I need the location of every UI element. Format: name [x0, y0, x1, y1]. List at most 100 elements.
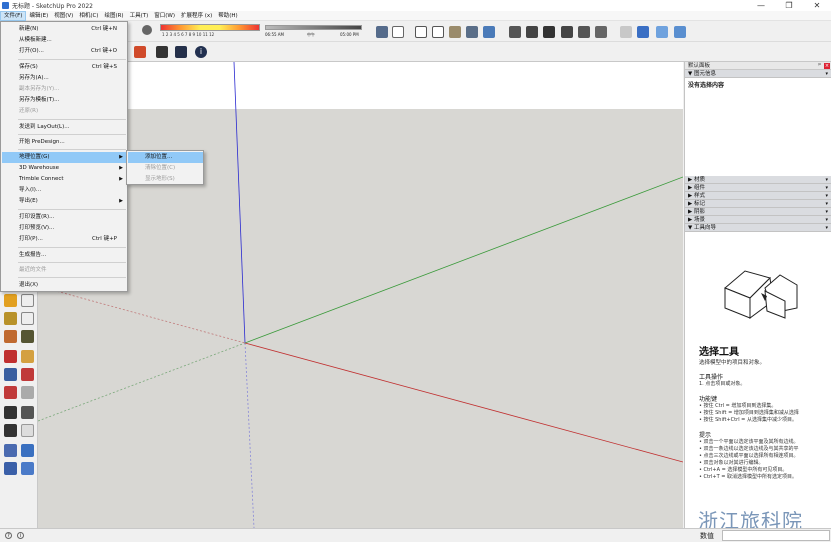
menu-item-export[interactable]: 导出(E) ▶: [2, 196, 127, 207]
pencil-icon[interactable]: [4, 294, 17, 307]
section-plane-tool-icon[interactable]: [21, 424, 34, 437]
menu-help[interactable]: 帮助(H): [215, 11, 240, 21]
menu-item-save-as[interactable]: 另存为(A)...: [2, 73, 127, 84]
shaded-textures-icon[interactable]: [449, 26, 461, 38]
dropdown-icon[interactable]: ▾: [825, 216, 828, 224]
send-message-icon[interactable]: [175, 46, 187, 58]
menu-item-import[interactable]: 导入(I)...: [2, 185, 127, 196]
sandbox-stamp-icon[interactable]: [21, 462, 34, 475]
tray-tags[interactable]: ▶ 标记 ▾: [685, 200, 831, 208]
status-help-icon[interactable]: ?: [5, 532, 12, 539]
menu-item-recent-files[interactable]: 最近的文件: [2, 265, 127, 276]
orbit-icon[interactable]: [4, 350, 17, 363]
menu-item-exit[interactable]: 退出(X): [2, 280, 127, 291]
menu-item-send-to-layout[interactable]: 发送到 LayOut(L)...: [2, 122, 127, 133]
iso-view-icon[interactable]: [509, 26, 521, 38]
paint-bucket-icon[interactable]: [21, 330, 34, 343]
dimension-icon[interactable]: [21, 294, 34, 307]
menu-camera[interactable]: 相机(C): [76, 11, 101, 21]
wireframe-style-icon[interactable]: [392, 26, 404, 38]
right-view-icon[interactable]: [561, 26, 573, 38]
menu-item-predesign[interactable]: 开始 PreDesign...: [2, 137, 127, 148]
zoom-extents-icon[interactable]: [4, 386, 17, 399]
section-planes-display-icon[interactable]: [674, 26, 686, 38]
menu-item-show-terrain[interactable]: 显示地形(S): [128, 174, 203, 185]
menu-item-clear-location[interactable]: 清除位置(C): [128, 163, 203, 174]
dropdown-icon[interactable]: ▾: [825, 200, 828, 208]
menu-item-save-copy-as[interactable]: 副本另存为(Y)...: [2, 84, 127, 95]
previous-view-icon[interactable]: [21, 386, 34, 399]
info-icon[interactable]: i: [195, 46, 207, 58]
menu-item-generate-report[interactable]: 生成报告...: [2, 250, 127, 261]
extension-warehouse-icon[interactable]: [156, 46, 168, 58]
menu-item-save-as-template[interactable]: 另存为模板(T)...: [2, 95, 127, 106]
dropdown-icon[interactable]: ▾: [825, 176, 828, 184]
menu-extensions[interactable]: 扩展程序 (x): [178, 11, 215, 21]
zoom-icon[interactable]: [4, 368, 17, 381]
minimize-button[interactable]: —: [747, 0, 775, 11]
tray-styles[interactable]: ▶ 样式 ▾: [685, 192, 831, 200]
section-display-icon[interactable]: [483, 26, 495, 38]
menu-item-revert[interactable]: 还原(R): [2, 106, 127, 117]
menu-item-geo-location[interactable]: 地理位置(G) ▶: [2, 152, 127, 163]
position-camera-icon[interactable]: [4, 406, 17, 419]
look-around-icon[interactable]: [21, 406, 34, 419]
3d-warehouse-icon[interactable]: [134, 46, 146, 58]
section-fill-icon[interactable]: [656, 26, 668, 38]
menu-item-print-preview[interactable]: 打印预览(V)...: [2, 223, 127, 234]
tray-components[interactable]: ▶ 组件 ▾: [685, 184, 831, 192]
drawing-area[interactable]: [38, 62, 683, 528]
text-label-icon[interactable]: [21, 312, 34, 325]
dropdown-icon[interactable]: ▾: [825, 224, 828, 232]
menu-item-trimble-connect[interactable]: Trimble Connect ▶: [2, 174, 127, 185]
walk-icon[interactable]: [4, 424, 17, 437]
dropdown-icon[interactable]: ▾: [825, 70, 828, 78]
menu-file[interactable]: 文件(F): [0, 10, 27, 21]
shaded-style-icon[interactable]: [432, 26, 444, 38]
shadow-toggle-icon[interactable]: [142, 25, 152, 35]
menu-item-3d-warehouse[interactable]: 3D Warehouse ▶: [2, 163, 127, 174]
menu-view[interactable]: 视图(V): [51, 11, 76, 21]
tray-entity-info[interactable]: ▼ 图元信息 ▾: [685, 70, 831, 78]
zoom-window-icon[interactable]: [21, 368, 34, 381]
menu-edit[interactable]: 编辑(E): [26, 11, 51, 21]
xray-style-icon[interactable]: [376, 26, 388, 38]
protractor-icon[interactable]: [4, 330, 17, 343]
eraser-icon[interactable]: [4, 312, 17, 325]
tray-scenes[interactable]: ▶ 场景 ▾: [685, 216, 831, 224]
status-info-icon[interactable]: i: [17, 532, 24, 539]
tray-close-button[interactable]: ×: [824, 63, 830, 69]
tray-materials[interactable]: ▶ 材质 ▾: [685, 176, 831, 184]
menu-item-new-from-template[interactable]: 从模板新建...: [2, 35, 127, 46]
menu-window[interactable]: 窗口(W): [151, 11, 178, 21]
top-view-icon[interactable]: [526, 26, 538, 38]
hidden-line-style-icon[interactable]: [415, 26, 427, 38]
monochrome-style-icon[interactable]: [466, 26, 478, 38]
sandbox-contours-icon[interactable]: [4, 444, 17, 457]
pan-icon[interactable]: [21, 350, 34, 363]
section-plane-icon[interactable]: [620, 26, 632, 38]
pin-icon[interactable]: ᵖ: [818, 62, 821, 70]
left-view-icon[interactable]: [595, 26, 607, 38]
shadow-month-slider[interactable]: [160, 24, 260, 31]
menu-item-new[interactable]: 新建(N) Ctrl 键+N: [2, 24, 127, 35]
dropdown-icon[interactable]: ▾: [825, 184, 828, 192]
section-cut-icon[interactable]: [637, 26, 649, 38]
menu-item-open[interactable]: 打开(O)... Ctrl 键+O: [2, 46, 127, 57]
dropdown-icon[interactable]: ▾: [825, 192, 828, 200]
menu-item-add-location[interactable]: 添加位置...: [128, 152, 203, 163]
dropdown-icon[interactable]: ▾: [825, 208, 828, 216]
front-view-icon[interactable]: [543, 26, 555, 38]
menu-tools[interactable]: 工具(T): [127, 11, 152, 21]
menu-item-save[interactable]: 保存(S) Ctrl 键+S: [2, 62, 127, 73]
menu-draw[interactable]: 绘图(R): [101, 11, 126, 21]
sandbox-smoove-icon[interactable]: [4, 462, 17, 475]
close-button[interactable]: ✕: [803, 0, 831, 11]
tray-instructor[interactable]: ▼ 工具向导 ▾: [685, 224, 831, 232]
shadow-time-slider[interactable]: [265, 25, 362, 30]
tray-shadows[interactable]: ▶ 阴影 ▾: [685, 208, 831, 216]
menu-item-print-setup[interactable]: 打印设置(R)...: [2, 212, 127, 223]
menu-item-print[interactable]: 打印(P)... Ctrl 键+P: [2, 234, 127, 245]
measurements-input[interactable]: [722, 530, 830, 541]
maximize-button[interactable]: ❐: [775, 0, 803, 11]
